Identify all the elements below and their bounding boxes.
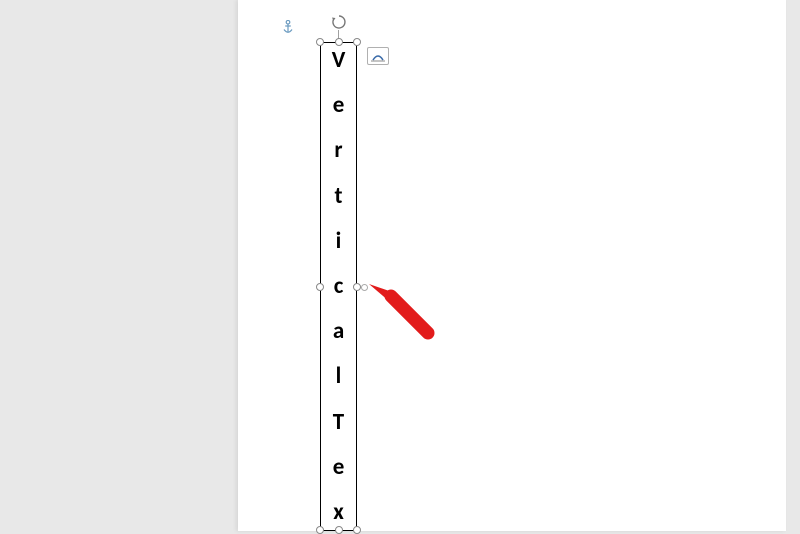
layout-options-icon[interactable]: [367, 47, 389, 65]
textbox-char: x: [333, 501, 344, 524]
vertical-textbox[interactable]: V e r t i c a l T e x: [320, 42, 357, 531]
rotate-handle-icon[interactable]: [331, 14, 347, 30]
anchor-icon: [283, 20, 293, 34]
resize-handle-bottom-left[interactable]: [316, 526, 324, 534]
resize-handle-top-middle[interactable]: [335, 38, 343, 46]
resize-handle-top-left[interactable]: [316, 38, 324, 46]
textbox-char: r: [334, 139, 342, 162]
resize-handle-bottom-middle[interactable]: [335, 526, 343, 534]
textbox-char: l: [336, 365, 342, 388]
resize-handle-bottom-right[interactable]: [353, 526, 361, 534]
textbox-char: t: [335, 185, 343, 208]
textbox-char: e: [333, 456, 345, 479]
textbox-char: i: [336, 230, 342, 253]
textbox-char: e: [333, 94, 345, 117]
textbox-char: V: [332, 49, 346, 72]
resize-handle-top-right[interactable]: [353, 38, 361, 46]
textbox-char: a: [333, 320, 344, 343]
resize-handle-middle-right[interactable]: [353, 283, 361, 291]
textbox-char: c: [334, 275, 344, 298]
resize-handle-middle-left[interactable]: [316, 283, 324, 291]
textbox-char: T: [333, 411, 344, 434]
adjustment-handle[interactable]: [361, 284, 368, 291]
